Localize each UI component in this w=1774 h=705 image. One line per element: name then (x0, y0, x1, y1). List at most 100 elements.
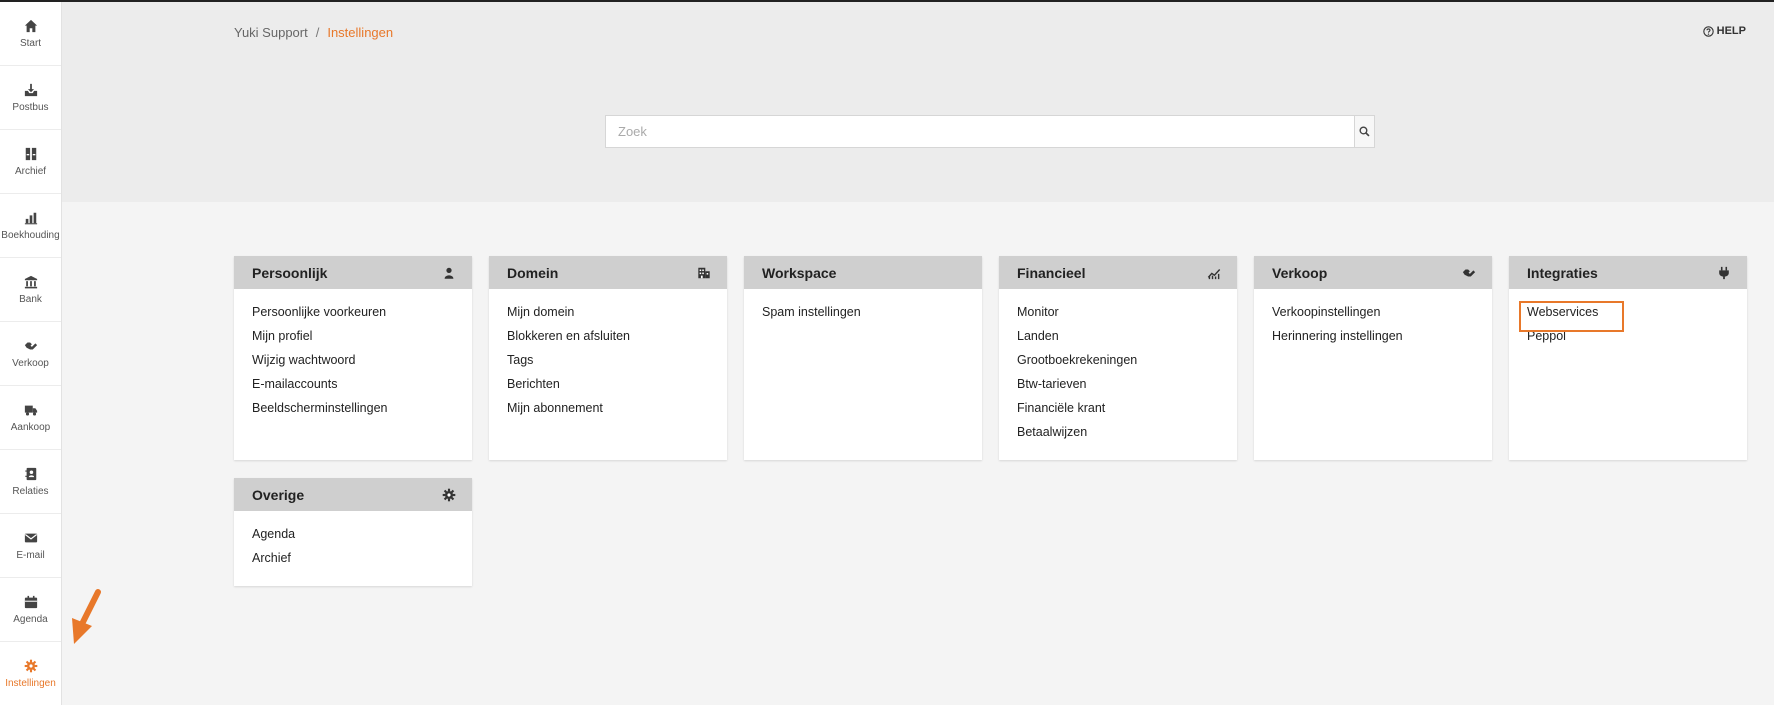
inbox-icon (24, 83, 37, 96)
sidebar-item-relaties[interactable]: Relaties (0, 450, 61, 514)
bank-icon (24, 275, 37, 288)
card-links: Mijn domein Blokkeren en afsluiten Tags … (489, 289, 727, 420)
settings-link[interactable]: Financiële krant (1017, 396, 1219, 420)
card-header: Workspace (744, 256, 982, 289)
sidebar-item-label: Start (19, 37, 42, 49)
settings-link[interactable]: Monitor (1017, 300, 1219, 324)
search-input[interactable] (606, 116, 1354, 147)
sidebar-item-label: Aankoop (10, 421, 51, 433)
card-header: Integraties (1509, 256, 1747, 289)
envelope-icon (24, 533, 37, 542)
search-icon (1359, 126, 1370, 137)
breadcrumb-current: Instellingen (327, 25, 394, 40)
card-title: Workspace (762, 264, 837, 281)
home-icon (24, 19, 37, 32)
card-persoonlijk: Persoonlijk Persoonlijke voorkeuren Mijn… (234, 256, 472, 460)
building-icon (698, 267, 710, 278)
card-links: Monitor Landen Grootboekrekeningen Btw-t… (999, 289, 1237, 444)
card-integraties: Integraties Webservices Peppol (1509, 256, 1747, 460)
help-label: HELP (1716, 25, 1746, 37)
settings-link[interactable]: Persoonlijke voorkeuren (252, 300, 454, 324)
card-links: Spam instellingen (744, 289, 982, 324)
breadcrumb: Yuki Support / Instellingen (234, 25, 393, 40)
card-title: Persoonlijk (252, 264, 328, 281)
card-header: Persoonlijk (234, 256, 472, 289)
sidebar-item-label: Verkoop (12, 357, 49, 369)
help-button[interactable]: HELP (1702, 25, 1746, 37)
sidebar-item-instellingen[interactable]: Instellingen (0, 642, 61, 705)
settings-link[interactable]: Archief (252, 546, 454, 570)
card-title: Domein (507, 264, 559, 281)
settings-link[interactable]: Berichten (507, 372, 709, 396)
card-header: Financieel (999, 256, 1237, 289)
search-bar (605, 115, 1375, 148)
breadcrumb-root[interactable]: Yuki Support (234, 25, 308, 40)
settings-link[interactable]: Mijn abonnement (507, 396, 709, 420)
settings-link[interactable]: Landen (1017, 324, 1219, 348)
sidebar-item-archief[interactable]: Archief (0, 130, 61, 194)
page-header: Yuki Support / Instellingen HELP (62, 2, 1774, 202)
card-title: Integraties (1527, 264, 1598, 281)
sidebar: Start Postbus Archief Boekhouding Bank V… (0, 2, 62, 705)
card-financieel: Financieel Monitor Landen Grootboekreken… (999, 256, 1237, 460)
plug-icon (1719, 266, 1729, 279)
settings-link[interactable]: Mijn profiel (252, 324, 454, 348)
sidebar-item-aankoop[interactable]: Aankoop (0, 386, 61, 450)
bar-chart-icon (24, 212, 37, 224)
handshake-icon (1462, 269, 1476, 276)
card-header: Overige (234, 478, 472, 511)
sidebar-item-label: Relaties (12, 485, 49, 497)
settings-link[interactable]: Blokkeren en afsluiten (507, 324, 709, 348)
breadcrumb-separator: / (315, 25, 320, 40)
settings-link[interactable]: Betaalwijzen (1017, 420, 1219, 444)
sidebar-item-postbus[interactable]: Postbus (0, 66, 61, 130)
annotation-arrow-icon (72, 589, 101, 644)
archive-icon (25, 147, 36, 160)
settings-link[interactable]: Grootboekrekeningen (1017, 348, 1219, 372)
highlight-box-webservices (1519, 301, 1624, 332)
settings-link[interactable]: Spam instellingen (762, 300, 964, 324)
sidebar-item-verkoop[interactable]: Verkoop (0, 322, 61, 386)
card-header: Domein (489, 256, 727, 289)
chart-line-icon (1207, 268, 1221, 279)
sidebar-item-label: Bank (19, 293, 42, 305)
card-links: Verkoopinstellingen Herinnering instelli… (1254, 289, 1492, 348)
card-title: Overige (252, 486, 305, 503)
sidebar-item-boekhouding[interactable]: Boekhouding (0, 194, 61, 258)
handshake-icon (24, 342, 37, 349)
sidebar-item-start[interactable]: Start (0, 2, 61, 66)
calendar-icon (24, 595, 37, 608)
card-header: Verkoop (1254, 256, 1492, 289)
settings-link[interactable]: Verkoopinstellingen (1272, 300, 1474, 324)
sidebar-item-bank[interactable]: Bank (0, 258, 61, 322)
settings-link[interactable]: Herinnering instellingen (1272, 324, 1474, 348)
sidebar-item-label: Boekhouding (1, 229, 60, 241)
address-book-icon (24, 467, 36, 480)
card-links: Agenda Archief (234, 511, 472, 570)
truck-icon (24, 405, 37, 416)
card-title: Verkoop (1272, 264, 1328, 281)
settings-link[interactable]: Tags (507, 348, 709, 372)
settings-link[interactable]: Beeldscherminstellingen (252, 396, 454, 420)
settings-link[interactable]: Mijn domein (507, 300, 709, 324)
card-title: Financieel (1017, 264, 1086, 281)
sidebar-item-agenda[interactable]: Agenda (0, 578, 61, 642)
settings-link[interactable]: E-mailaccounts (252, 372, 454, 396)
sidebar-item-label: Instellingen (5, 677, 56, 689)
settings-link[interactable]: Btw-tarieven (1017, 372, 1219, 396)
sidebar-item-label: E-mail (16, 549, 45, 561)
sidebar-item-label: Postbus (12, 101, 49, 113)
gear-icon (442, 488, 456, 501)
card-domein: Domein Mijn domein Blokkeren en afsluite… (489, 256, 727, 460)
settings-link[interactable]: Agenda (252, 522, 454, 546)
gear-icon (24, 659, 37, 672)
user-icon (444, 267, 454, 279)
card-verkoop: Verkoop Verkoopinstellingen Herinnering … (1254, 256, 1492, 460)
question-circle-icon (1702, 25, 1714, 37)
card-workspace: Workspace Spam instellingen (744, 256, 982, 460)
search-button[interactable] (1354, 116, 1374, 147)
card-links: Persoonlijke voorkeuren Mijn profiel Wij… (234, 289, 472, 420)
sidebar-item-label: Agenda (13, 613, 48, 625)
sidebar-item-email[interactable]: E-mail (0, 514, 61, 578)
settings-link[interactable]: Wijzig wachtwoord (252, 348, 454, 372)
